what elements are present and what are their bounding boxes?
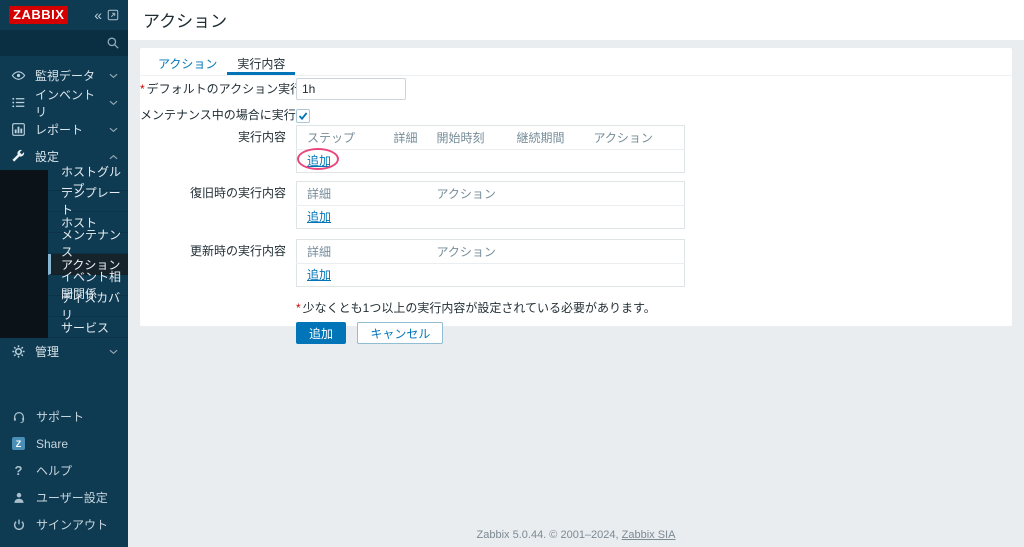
main-area: アクション アクション 実行内容 *デフォルトのアクション実行ステップの間隔 メ…	[128, 0, 1024, 547]
action-form-card: アクション 実行内容 *デフォルトのアクション実行ステップの間隔 メンテナンス中…	[140, 48, 1012, 326]
hide-sidebar-icon[interactable]	[107, 9, 119, 21]
operations-add-link[interactable]: 追加	[307, 154, 331, 168]
sidebar-item-label: レポート	[35, 121, 83, 138]
search-icon[interactable]	[106, 36, 120, 50]
chevron-down-icon	[109, 127, 118, 133]
search-input[interactable]	[8, 35, 106, 51]
list-icon	[11, 95, 26, 110]
field-label: *デフォルトのアクション実行ステップの間隔	[140, 78, 296, 100]
sidebar-item-templates[interactable]: テンプレート	[48, 191, 128, 212]
pause-in-maintenance-checkbox[interactable]	[296, 109, 310, 123]
sidebar-item-support[interactable]: サポート	[0, 403, 128, 430]
chevron-down-icon	[109, 73, 118, 79]
required-marker: *	[296, 301, 301, 315]
sidebar-nav: 監視データ インベントリ レポート	[0, 56, 128, 365]
update-operations-row: 更新時の実行内容 詳細 アクション 追加	[140, 239, 1012, 287]
column-header: アクション	[427, 240, 685, 264]
headset-icon	[11, 410, 26, 424]
footer: Zabbix 5.0.44. © 2001–2024, Zabbix SIA	[128, 522, 1024, 547]
form-buttons-row: 追加 キャンセル	[140, 322, 1012, 344]
recovery-operations-row: 復旧時の実行内容 詳細 アクション 追加	[140, 181, 1012, 229]
logo-row: ZABBIX «	[0, 0, 128, 30]
sidebar-item-label: サインアウト	[36, 516, 108, 533]
validation-hint-row: *少なくとも1つ以上の実行内容が設定されている必要があります。	[140, 299, 1012, 316]
chart-icon	[11, 122, 26, 137]
question-icon: ?	[11, 463, 26, 478]
sidebar-item-reports[interactable]: レポート	[0, 116, 128, 143]
footer-version-text: Zabbix 5.0.44. © 2001–2024,	[477, 529, 619, 541]
operations-table: ステップ 詳細 開始時刻 継続期間 アクション 追加	[296, 125, 685, 173]
sidebar-item-share[interactable]: Z Share	[0, 430, 128, 457]
sidebar-item-label: 設定	[35, 148, 59, 165]
page-title: アクション	[143, 12, 227, 31]
pause-in-maintenance-row: メンテナンス中の場合に実行を保留	[140, 108, 1012, 123]
sidebar: ZABBIX « 監視データ インベントリ	[0, 0, 128, 547]
validation-hint: *少なくとも1つ以上の実行内容が設定されている必要があります。	[296, 299, 656, 316]
chevron-up-icon	[109, 154, 118, 160]
field-label: 復旧時の実行内容	[140, 181, 296, 201]
cancel-button[interactable]: キャンセル	[357, 322, 443, 344]
sidebar-item-label: ヘルプ	[36, 462, 72, 479]
add-button[interactable]: 追加	[296, 322, 346, 344]
update-add-link[interactable]: 追加	[307, 268, 331, 282]
chevron-down-icon	[109, 100, 118, 106]
recovery-operations-table: 詳細 アクション 追加	[296, 181, 685, 229]
sidebar-item-administration[interactable]: 管理	[0, 338, 128, 365]
sidebar-item-label: サポート	[36, 408, 84, 425]
column-header: 詳細	[297, 182, 427, 206]
sidebar-search	[0, 30, 128, 56]
sidebar-item-maintenance[interactable]: メンテナンス	[48, 233, 128, 254]
sidebar-item-label: インベントリ	[35, 86, 100, 120]
column-header: ステップ	[297, 126, 384, 150]
column-header: 詳細	[297, 240, 427, 264]
gear-icon	[11, 344, 26, 359]
sidebar-item-sign-out[interactable]: サインアウト	[0, 511, 128, 538]
default-step-duration-input[interactable]	[296, 78, 406, 100]
sidebar-item-user-settings[interactable]: ユーザー設定	[0, 484, 128, 511]
chevron-down-icon	[109, 349, 118, 355]
sidebar-item-discovery[interactable]: ディスカバリ	[48, 296, 128, 317]
power-icon	[11, 518, 26, 532]
footer-zabbix-sia-link[interactable]: Zabbix SIA	[622, 529, 676, 541]
sidebar-item-label: Share	[36, 437, 68, 451]
field-label: メンテナンス中の場合に実行を保留	[140, 108, 296, 123]
user-icon	[11, 491, 26, 505]
sidebar-item-label: サービス	[61, 319, 109, 336]
sidebar-item-label: 管理	[35, 343, 59, 360]
recovery-add-link[interactable]: 追加	[307, 210, 331, 224]
tab-operations[interactable]: 実行内容	[227, 48, 295, 75]
field-label: 更新時の実行内容	[140, 239, 296, 259]
required-marker: *	[140, 82, 145, 96]
column-header: 開始時刻	[427, 126, 507, 150]
operations-form: *デフォルトのアクション実行ステップの間隔 メンテナンス中の場合に実行を保留 実…	[140, 76, 1012, 344]
column-header: 継続期間	[507, 126, 584, 150]
zabbix-logo[interactable]: ZABBIX	[9, 6, 68, 24]
page-header: アクション	[128, 0, 1024, 40]
column-header: アクション	[584, 126, 685, 150]
operations-row: 実行内容 ステップ 詳細 開始時刻 継続期間 アクション 追加	[140, 125, 1012, 173]
update-operations-table: 詳細 アクション 追加	[296, 239, 685, 287]
sidebar-bottom-nav: サポート Z Share ? ヘルプ ユーザー設定 サインアウト	[0, 403, 128, 547]
sidebar-item-inventory[interactable]: インベントリ	[0, 89, 128, 116]
tab-bar: アクション 実行内容	[140, 48, 1012, 76]
eye-icon	[11, 68, 26, 83]
column-header: アクション	[427, 182, 685, 206]
sidebar-item-label: 監視データ	[35, 67, 95, 84]
configuration-submenu: ホストグループ テンプレート ホスト メンテナンス アクション イベント相関関係…	[0, 170, 128, 338]
column-header: 詳細	[384, 126, 427, 150]
sidebar-item-label: ユーザー設定	[36, 489, 108, 506]
collapse-sidebar-icon[interactable]: «	[94, 8, 102, 22]
default-step-duration-row: *デフォルトのアクション実行ステップの間隔	[140, 78, 1012, 100]
tab-action[interactable]: アクション	[148, 48, 227, 75]
wrench-icon	[11, 149, 26, 164]
z-square-icon: Z	[11, 437, 26, 450]
field-label: 実行内容	[140, 125, 296, 145]
sidebar-item-help[interactable]: ? ヘルプ	[0, 457, 128, 484]
